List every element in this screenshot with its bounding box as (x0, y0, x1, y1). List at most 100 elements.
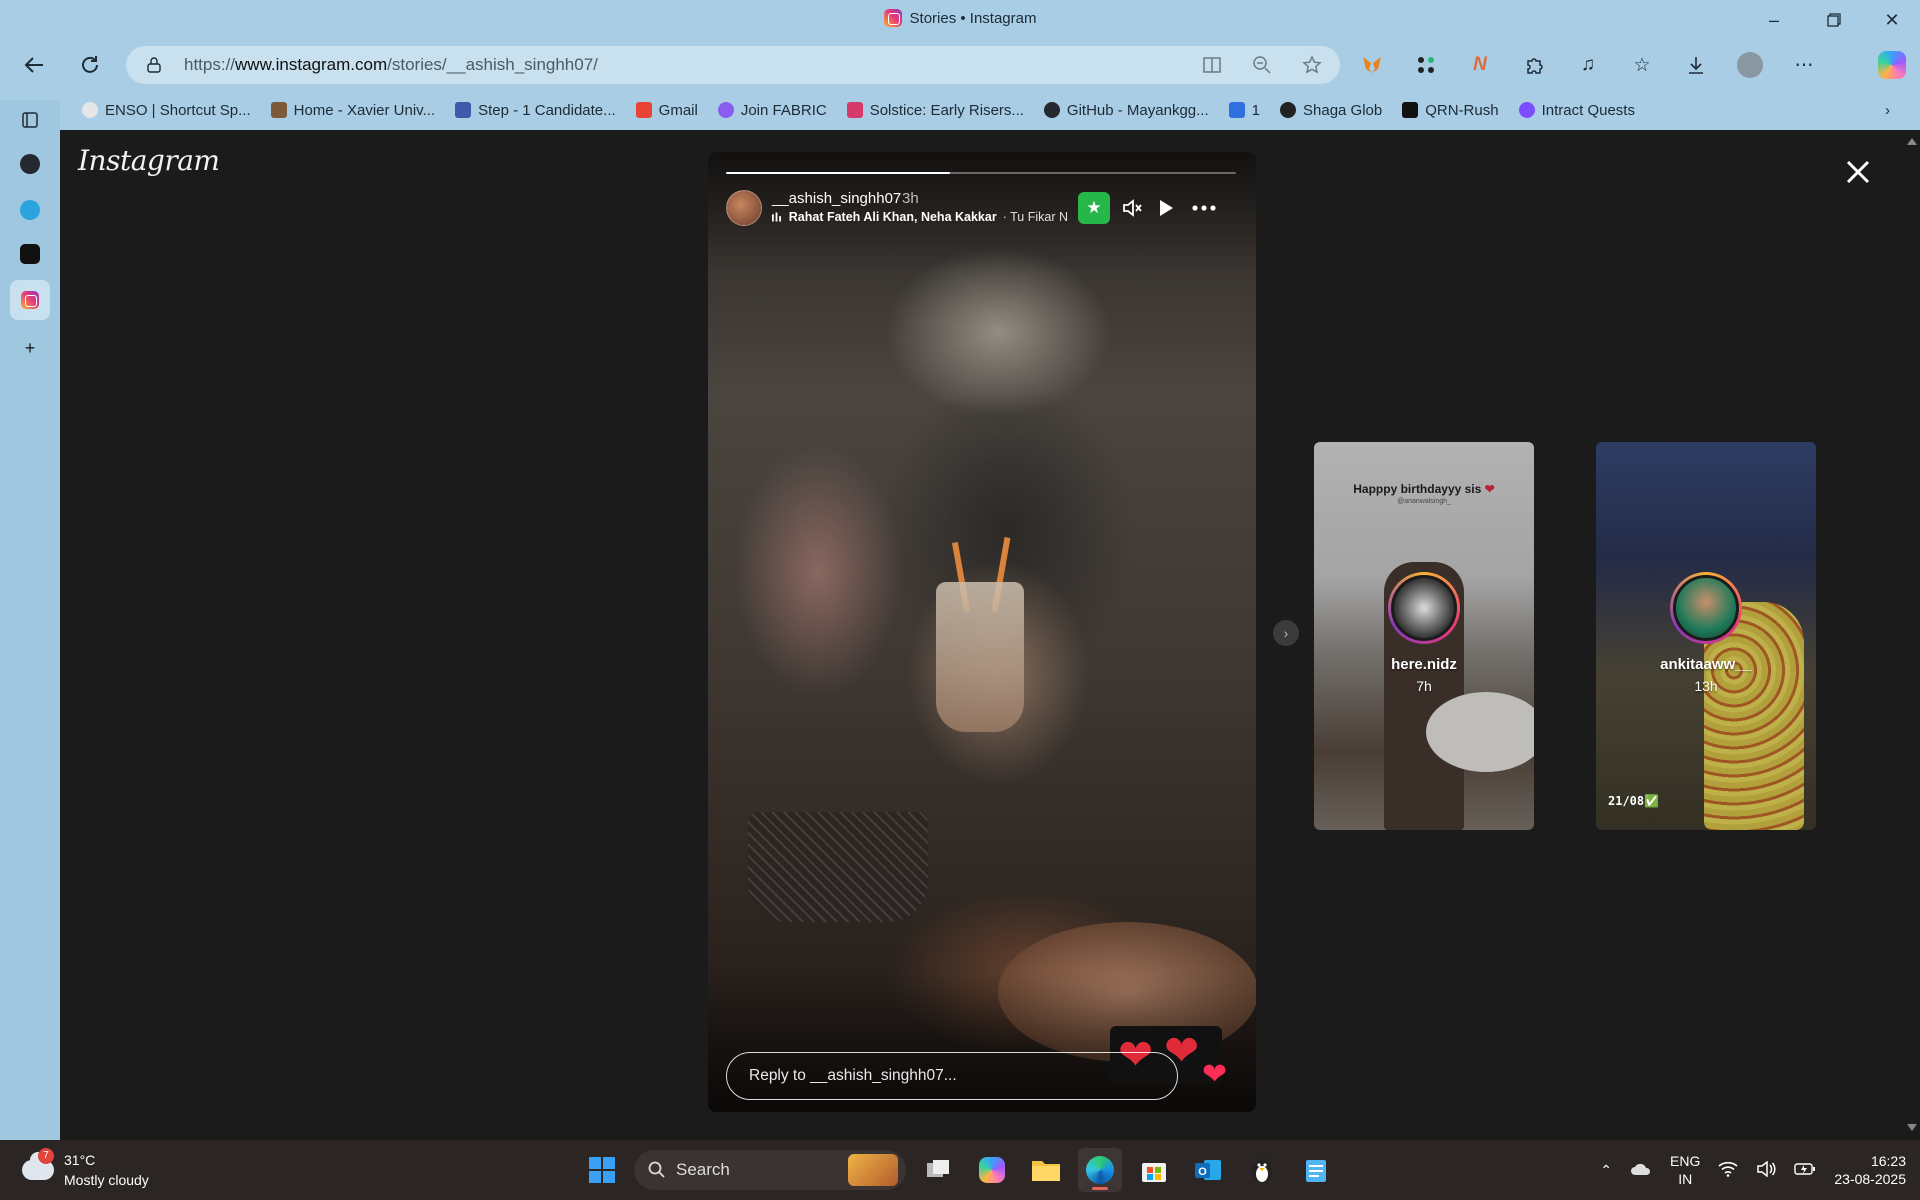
story-preview-card[interactable]: ankitaaww__ 13h 21/08✅ (1596, 442, 1816, 830)
story-user-avatar[interactable] (726, 190, 762, 226)
restore-icon (1827, 13, 1841, 27)
window-title-text: Stories • Instagram (909, 9, 1037, 27)
task-view-icon[interactable] (916, 1148, 960, 1192)
audio-bars-icon (772, 212, 781, 222)
preview-username: ankitaaww__ (1660, 656, 1752, 673)
zoom-out-icon[interactable] (1252, 55, 1272, 80)
scroll-down-icon[interactable] (1907, 1124, 1917, 1131)
close-friends-star-button[interactable]: ★ (1078, 192, 1110, 224)
bookmark-favicon-icon (1402, 102, 1419, 118)
bookmark-item[interactable]: Step - 1 Candidate... (445, 102, 626, 119)
edge-browser-icon[interactable] (1078, 1148, 1122, 1192)
taskbar-search[interactable]: Search (634, 1150, 906, 1190)
bookmark-item[interactable]: Join FABRIC (708, 102, 837, 119)
chevron-right-icon: › (1283, 625, 1289, 641)
metamask-extension-icon[interactable] (1355, 48, 1389, 82)
penguin-app-icon[interactable] (1240, 1148, 1284, 1192)
onedrive-cloud-icon[interactable] (1630, 1162, 1652, 1179)
close-window-button[interactable]: ✕ (1864, 0, 1920, 40)
restore-button[interactable] (1806, 0, 1862, 40)
bookmark-favicon-icon (846, 102, 863, 118)
windows-taskbar: 7 31°C Mostly cloudy Search O ⌃ ENG IN 16… (0, 1140, 1920, 1200)
favorite-star-icon[interactable] (1302, 55, 1322, 80)
scroll-up-icon[interactable] (1907, 138, 1917, 145)
extension-dots-icon[interactable] (1409, 48, 1443, 82)
show-hidden-icons-chevron-icon[interactable]: ⌃ (1600, 1162, 1612, 1179)
github-tab-icon[interactable] (10, 144, 50, 184)
threads-tab-icon[interactable] (10, 234, 50, 274)
next-story-button[interactable]: › (1273, 620, 1299, 646)
url-text[interactable]: https://www.instagram.com/stories/__ashi… (184, 55, 598, 75)
instagram-logo[interactable]: Instagram (78, 144, 220, 177)
story-progress-fill (726, 172, 951, 174)
address-bar[interactable]: https://www.instagram.com/stories/__ashi… (126, 46, 1340, 84)
notepad-icon[interactable] (1294, 1148, 1338, 1192)
search-highlight-image (848, 1154, 898, 1186)
story-header: __ashish_singhh07 3h Rahat Fateh Ali Kha… (726, 188, 1236, 228)
volume-icon[interactable] (1756, 1159, 1776, 1180)
bookmarks-overflow-chevron-icon[interactable]: › (1875, 102, 1900, 119)
speaker-muted-icon (1123, 199, 1142, 217)
copilot-taskbar-icon[interactable] (970, 1148, 1014, 1192)
story-username[interactable]: __ashish_singhh07 (772, 190, 901, 207)
preview-username: here.nidz (1391, 656, 1457, 673)
weather-temp: 31°C (64, 1152, 96, 1168)
bookmark-item[interactable]: Gmail (626, 102, 708, 119)
media-control-icon[interactable]: ♫ (1571, 48, 1605, 82)
more-menu-icon[interactable]: ⋯ (1787, 48, 1821, 82)
refresh-button[interactable] (72, 47, 108, 83)
bookmark-item[interactable]: Solstice: Early Risers... (837, 102, 1034, 119)
tab-actions-icon[interactable] (10, 100, 50, 140)
split-screen-icon[interactable] (1202, 55, 1222, 80)
preview-time: 13h (1694, 678, 1718, 694)
play-icon (1160, 200, 1173, 216)
story-preview-card[interactable]: Happpy birthdayyy sis ❤ @ananwalsingh_ he… (1314, 442, 1534, 830)
bookmark-item[interactable]: ENSO | Shortcut Sp... (72, 102, 261, 119)
bookmark-favicon-icon (717, 102, 734, 118)
reply-input[interactable]: Reply to __ashish_singhh07... (726, 1052, 1178, 1100)
search-icon (648, 1161, 665, 1178)
story-viewer[interactable]: __ashish_singhh07 3h Rahat Fateh Ali Kha… (708, 152, 1256, 1112)
close-stories-button[interactable] (1840, 154, 1876, 190)
wifi-icon[interactable] (1718, 1161, 1738, 1180)
bookmark-item[interactable]: GitHub - Mayankgg... (1034, 102, 1219, 119)
preview-date-tag: 21/08✅ (1608, 794, 1660, 808)
play-button[interactable] (1152, 194, 1180, 222)
new-tab-plus-icon[interactable]: + (10, 328, 50, 368)
extension-n-icon[interactable]: N (1463, 48, 1497, 82)
mute-button[interactable] (1118, 194, 1146, 222)
story-photo-basket (748, 812, 928, 922)
back-button[interactable] (16, 47, 52, 83)
bookmark-item[interactable]: 1 (1219, 102, 1270, 119)
copilot-icon[interactable] (1878, 51, 1906, 79)
github-icon (1043, 102, 1060, 118)
bookmark-favicon-icon (1518, 102, 1535, 118)
extensions-puzzle-icon[interactable] (1517, 48, 1551, 82)
instagram-tab-icon[interactable] (10, 280, 50, 320)
telegram-tab-icon[interactable] (10, 190, 50, 230)
bookmark-item[interactable]: QRN-Rush (1392, 102, 1508, 119)
downloads-icon[interactable] (1679, 48, 1713, 82)
window-title: Stories • Instagram (0, 9, 1920, 27)
like-heart-icon[interactable]: ❤ (1202, 1060, 1227, 1090)
outlook-icon[interactable]: O (1186, 1148, 1230, 1192)
weather-widget[interactable]: 7 31°C Mostly cloudy (20, 1148, 200, 1192)
lock-icon[interactable] (146, 56, 162, 74)
file-explorer-icon[interactable] (1024, 1148, 1068, 1192)
bookmark-item[interactable]: Shaga Glob (1270, 102, 1392, 119)
story-music-info[interactable]: Rahat Fateh Ali Khan, Neha Kakkar · Tu F… (772, 210, 1068, 224)
clock[interactable]: 16:23 23-08-2025 (1834, 1152, 1906, 1188)
microsoft-store-icon[interactable] (1132, 1148, 1176, 1192)
story-options-button[interactable] (1190, 194, 1218, 222)
favorites-icon[interactable]: ☆ (1625, 48, 1659, 82)
minimize-button[interactable]: – (1746, 0, 1802, 40)
windows-logo-icon (589, 1157, 615, 1183)
battery-icon[interactable] (1794, 1162, 1816, 1179)
start-button[interactable] (580, 1148, 624, 1192)
bookmark-item[interactable]: Home - Xavier Univ... (261, 102, 445, 119)
back-arrow-icon (24, 57, 43, 73)
page-scrollbar[interactable] (1904, 130, 1920, 1140)
profile-avatar-icon[interactable] (1733, 48, 1767, 82)
language-indicator[interactable]: ENG IN (1670, 1152, 1700, 1188)
bookmark-item[interactable]: Intract Quests (1509, 102, 1645, 119)
